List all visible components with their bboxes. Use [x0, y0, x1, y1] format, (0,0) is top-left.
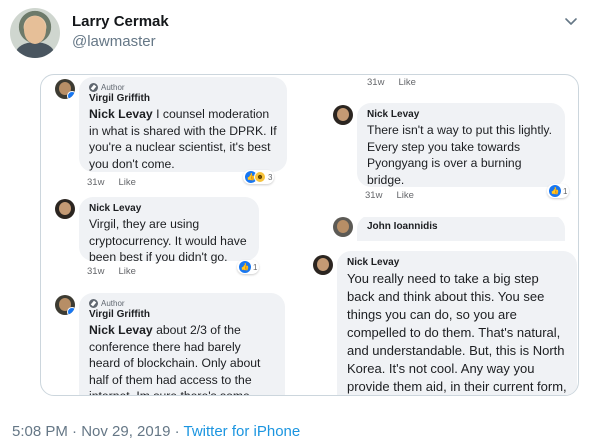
reaction-count: 3 — [268, 172, 273, 182]
reaction-count: 1 — [563, 186, 568, 196]
commenter-avatar[interactable] — [55, 199, 75, 219]
comment-meta: 31w Like — [367, 77, 416, 88]
comment-text: Nick Levay I counsel moderation in what … — [89, 106, 277, 172]
commenter-name[interactable]: Virgil Griffith — [89, 93, 277, 104]
author-badge: Author — [89, 299, 275, 308]
tweet-timestamp[interactable]: 5:08 PM · Nov 29, 2019 — [12, 423, 170, 440]
reaction-summary[interactable]: 👍 ☻ 3 — [243, 170, 275, 184]
comment: Nick Levay Virgil, they are using crypto… — [55, 197, 317, 281]
comment-age: 31w — [87, 266, 105, 277]
like-link[interactable]: Like — [396, 190, 413, 201]
thumbs-up-icon: 👍 — [549, 185, 561, 197]
comment-meta: 31w Like — [87, 177, 136, 188]
handle[interactable]: @lawmaster — [72, 33, 156, 50]
thumbs-up-icon: 👍 — [239, 261, 251, 273]
comment-text: Nick Levay about 2/3 of the conference t… — [89, 322, 275, 395]
comment: Author Virgil Griffith Nick Levay I coun… — [55, 77, 317, 189]
comment-age: 31w — [367, 77, 385, 88]
comment-meta: 31w Like — [365, 190, 414, 201]
author-tag-label: Author — [101, 299, 125, 308]
reaction-count: 1 — [253, 262, 258, 272]
chevron-down-icon[interactable] — [562, 12, 580, 30]
like-link[interactable]: Like — [118, 177, 135, 188]
commenter-avatar[interactable] — [333, 105, 353, 125]
pen-icon — [89, 299, 98, 308]
comment-age: 31w — [365, 190, 383, 201]
comment-bubble: Nick Levay You really need to take a big… — [337, 251, 577, 395]
comment-text: You really need to take a big step back … — [347, 271, 567, 394]
like-link[interactable]: Like — [398, 77, 415, 88]
comment: John Ioannidis — [333, 217, 577, 241]
avatar-face — [24, 16, 46, 44]
comment-text: Virgil, they are using cryptocurrency. I… — [89, 217, 247, 264]
commenter-avatar[interactable] — [55, 79, 75, 99]
commenter-name[interactable]: Nick Levay — [367, 109, 555, 120]
like-link[interactable]: Like — [118, 266, 135, 277]
comment-bubble: Nick Levay There isn't a way to put this… — [357, 103, 565, 187]
tweet-client[interactable]: Twitter for iPhone — [184, 423, 301, 440]
mention[interactable]: Nick Levay — [89, 323, 153, 337]
separator: · — [170, 423, 184, 440]
commenter-avatar[interactable] — [333, 217, 353, 237]
display-name[interactable]: Larry Cermak — [72, 13, 169, 30]
commenter-name[interactable]: Nick Levay — [89, 203, 249, 214]
pen-icon — [89, 83, 98, 92]
commenter-avatar[interactable] — [313, 255, 333, 275]
comment-text: There isn't a way to put this lightly. E… — [367, 123, 552, 187]
comment: Nick Levay You really need to take a big… — [313, 251, 577, 395]
comment-bubble: Author Virgil Griffith Nick Levay I coun… — [79, 77, 287, 172]
comment: Author Virgil Griffith Nick Levay about … — [55, 293, 317, 395]
comment-age: 31w — [87, 177, 105, 188]
commenter-avatar[interactable] — [55, 295, 75, 315]
comment: Nick Levay There isn't a way to put this… — [333, 103, 577, 203]
commenter-name[interactable]: Virgil Griffith — [89, 309, 275, 320]
mention[interactable]: Nick Levay — [89, 107, 153, 121]
commenter-name[interactable]: Nick Levay — [347, 257, 567, 268]
comment-bubble: Nick Levay Virgil, they are using crypto… — [79, 197, 259, 264]
author-badge: Author — [89, 83, 277, 92]
commenter-name[interactable]: John Ioannidis — [367, 221, 555, 232]
author-tag-label: Author — [101, 83, 125, 92]
haha-icon: ☻ — [254, 171, 266, 183]
tweet-footer: 5:08 PM · Nov 29, 2019 · Twitter for iPh… — [12, 423, 300, 440]
avatar-shirt — [16, 42, 54, 58]
comment-meta: 31w Like — [87, 266, 136, 277]
avatar[interactable] — [10, 8, 60, 58]
tweet-image[interactable]: Author Virgil Griffith Nick Levay I coun… — [40, 74, 579, 396]
comment-bubble: Author Virgil Griffith Nick Levay about … — [79, 293, 285, 395]
reaction-summary[interactable]: 👍 1 — [547, 184, 570, 198]
reaction-summary[interactable]: 👍 1 — [237, 260, 260, 274]
comment-bubble: John Ioannidis — [357, 217, 565, 241]
tweet-header: Larry Cermak @lawmaster — [10, 8, 586, 60]
